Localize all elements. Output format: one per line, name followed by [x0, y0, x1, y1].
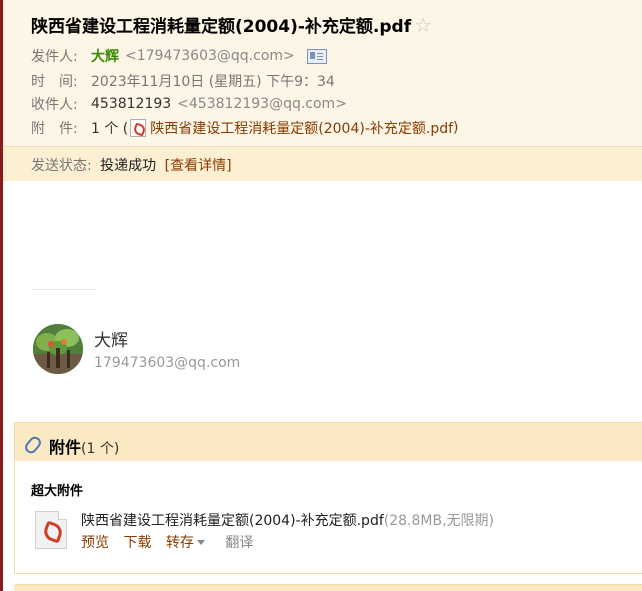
view-details-link[interactable]: [查看详情]	[165, 158, 232, 174]
sender-label: 发件人:	[31, 49, 78, 65]
mail-subject: 陕西省建设工程消耗量定额(2004)-补充定额.pdf	[31, 17, 412, 37]
contact-card-icon[interactable]	[306, 48, 327, 64]
attachment-close-paren: )	[453, 120, 459, 136]
time-value: 2023年11月10日 (星期五) 下午9：34	[91, 74, 335, 90]
signature-name: 大辉	[94, 331, 128, 351]
delivery-status-row: 发送状态: 投递成功 [查看详情]	[31, 155, 232, 175]
attachment-file-name[interactable]: 陕西省建设工程消耗量定额(2004)-补充定额.pdf	[81, 513, 384, 529]
attachment-actions: 预览 下载 转存 翻译	[81, 532, 263, 552]
recipient-row: 收件人: 453812193 <453812193@qq.com>	[31, 94, 347, 114]
sender-row: 发件人: 大辉 <179473603@qq.com>	[31, 46, 327, 66]
time-label: 时 间:	[31, 74, 78, 90]
next-section-band	[14, 584, 642, 591]
attachment-section-title: 附件(1 个)	[49, 434, 119, 458]
status-value: 投递成功	[100, 158, 157, 174]
signature-email: 179473603@qq.com	[94, 355, 241, 371]
paperclip-icon	[22, 434, 44, 456]
attachment-count: 1 个 (	[91, 121, 129, 137]
recipient-label: 收件人:	[31, 97, 78, 113]
save-to-button[interactable]: 转存	[166, 535, 205, 551]
attachment-file-meta: (28.8MB,无限期)	[383, 513, 494, 529]
attachment-label: 附 件:	[31, 121, 78, 137]
mail-read-page: 陕西省建设工程消耗量定额(2004)-补充定额.pdf ☆ 发件人: 大辉 <1…	[0, 0, 642, 591]
attachment-total-count: (1 个)	[81, 441, 120, 457]
attachment-section: 附件(1 个) 超大附件 陕西省建设工程消耗量定额(2004)-补充定额.pdf…	[14, 422, 642, 574]
translate-button[interactable]: 翻译	[225, 535, 253, 551]
preview-button[interactable]: 预览	[81, 535, 109, 551]
attachment-section-header: 附件(1 个)	[15, 423, 642, 461]
sender-name[interactable]: 大辉	[91, 46, 119, 66]
save-to-label: 转存	[165, 535, 194, 551]
header-attachment-link[interactable]: 陕西省建设工程消耗量定额(2004)-补充定额.pdf	[150, 118, 453, 138]
signature-divider	[32, 289, 96, 290]
status-label: 发送状态:	[31, 158, 92, 174]
chevron-down-icon	[196, 540, 205, 545]
delivery-status-bar: 发送状态: 投递成功 [查看详情]	[3, 147, 642, 181]
avatar[interactable]	[33, 324, 83, 374]
sender-address[interactable]: <179473603@qq.com>	[125, 48, 295, 64]
subject-row: 陕西省建设工程消耗量定额(2004)-补充定额.pdf ☆	[31, 12, 432, 38]
mail-header: 陕西省建设工程消耗量定额(2004)-补充定额.pdf ☆ 发件人: 大辉 <1…	[3, 0, 642, 181]
attachment-file-row: 陕西省建设工程消耗量定额(2004)-补充定额.pdf(28.8MB,无限期)	[81, 510, 494, 530]
pdf-file-icon	[130, 119, 147, 137]
time-row: 时 间: 2023年11月10日 (星期五) 下午9：34	[31, 71, 335, 91]
large-attachment-label: 超大附件	[31, 484, 84, 499]
download-button[interactable]: 下载	[123, 535, 151, 551]
pdf-file-icon[interactable]	[35, 511, 67, 549]
attachment-title: 附件	[49, 438, 82, 457]
recipient-address[interactable]: <453812193@qq.com>	[177, 96, 347, 112]
star-icon[interactable]: ☆	[414, 15, 432, 35]
attachment-row: 附 件: 1 个 ( 陕西省建设工程消耗量定额(2004)-补充定额.pdf )	[31, 118, 459, 138]
recipient-name[interactable]: 453812193	[91, 96, 171, 112]
avatar-image	[33, 324, 83, 374]
